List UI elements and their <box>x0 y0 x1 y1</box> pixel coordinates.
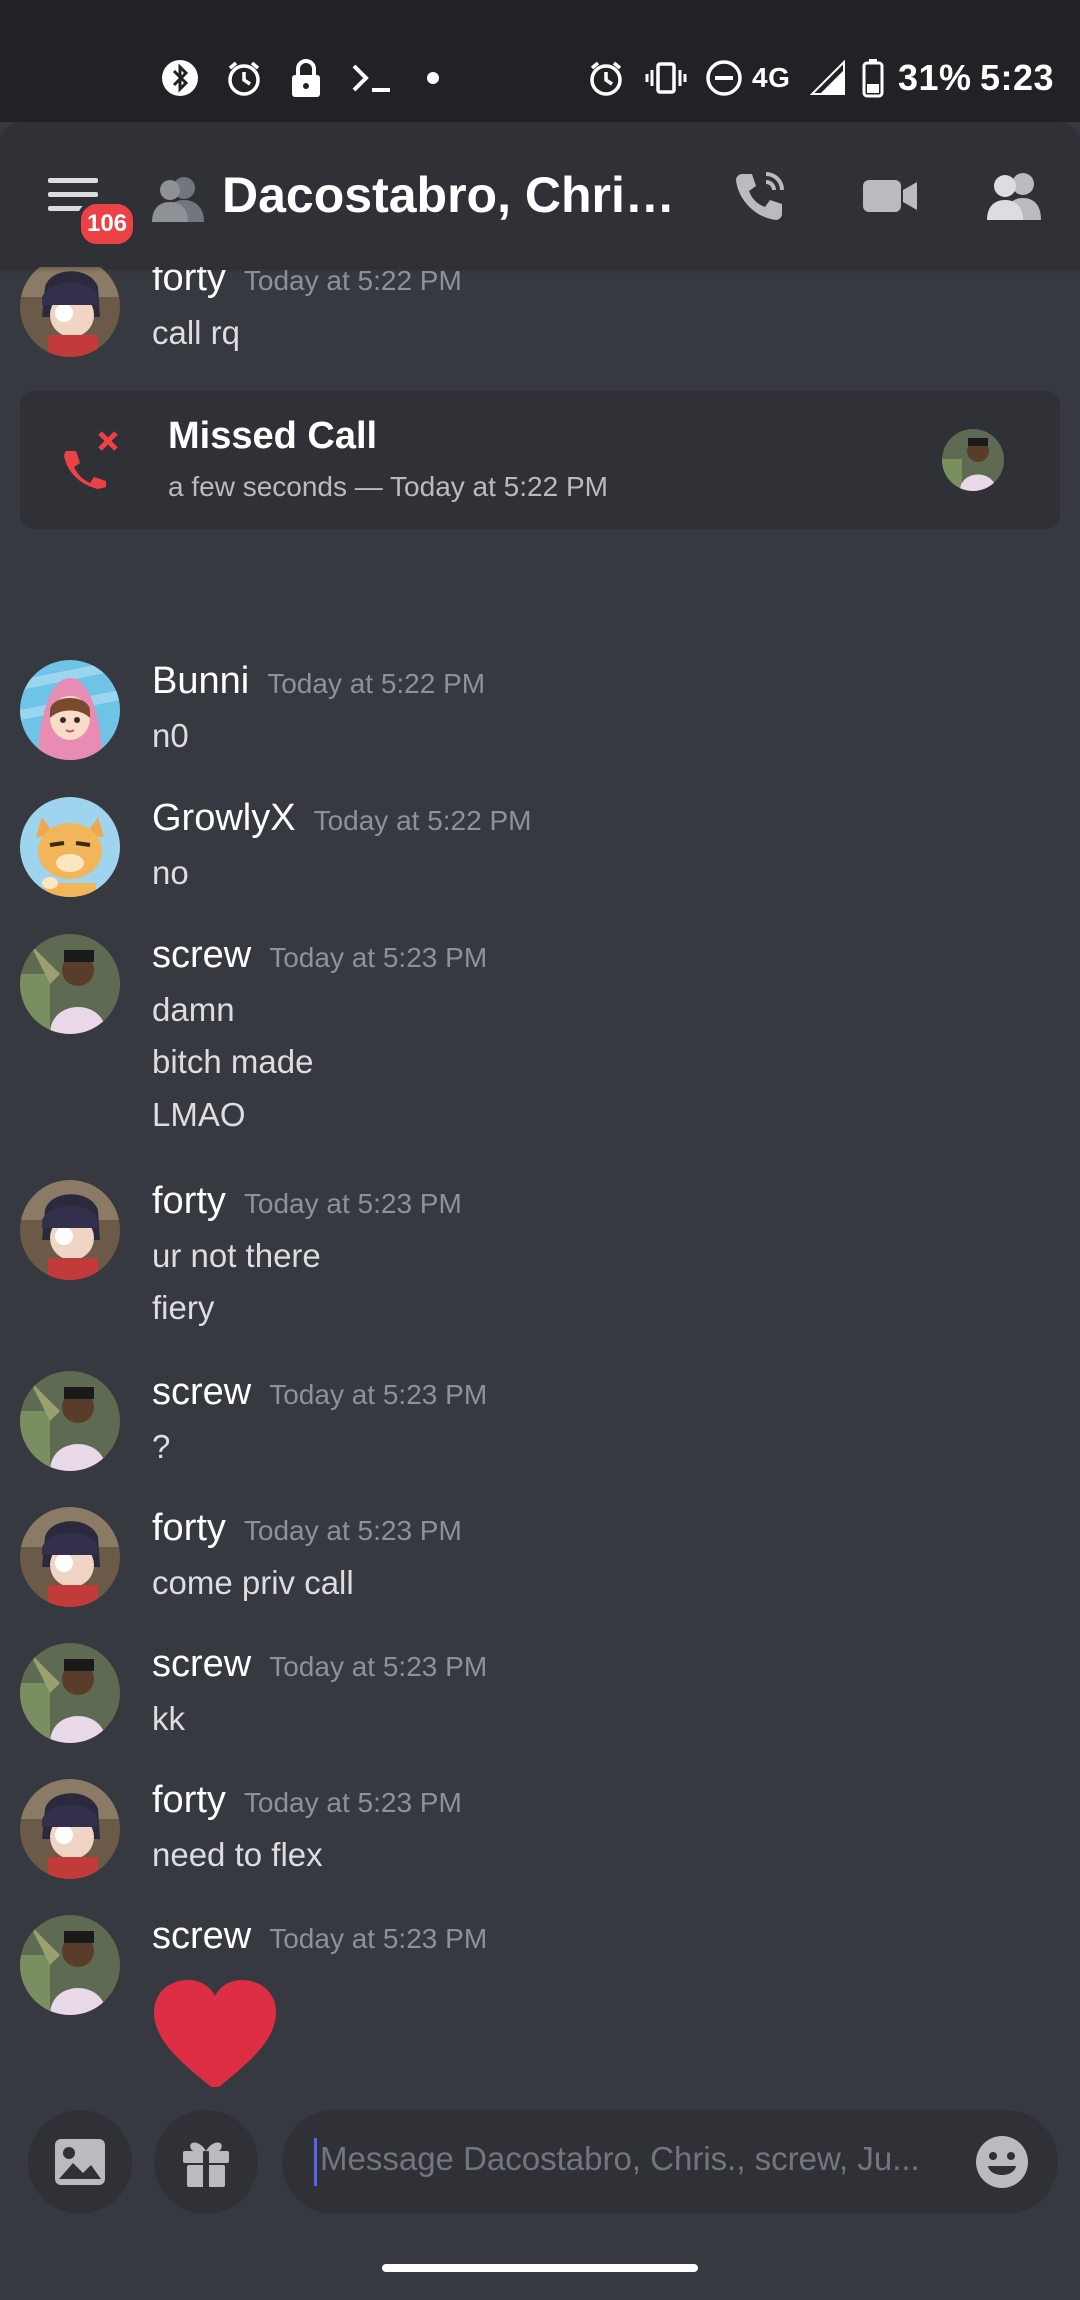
avatar-screw[interactable] <box>20 1643 120 1743</box>
author-name[interactable]: forty <box>152 267 226 300</box>
notification-dot-icon <box>426 71 440 85</box>
video-call-icon[interactable] <box>858 164 922 228</box>
author-name[interactable]: forty <box>152 1507 226 1550</box>
message-placeholder: Message Dacostabro, Chris., screw, Ju... <box>320 2140 920 2177</box>
missed-call-card[interactable]: Missed Call a few seconds — Today at 5:2… <box>20 391 1060 529</box>
channel-header: 106 Dacostabro, Chris.,... <box>0 122 1080 267</box>
message-text: ? <box>152 1428 171 1465</box>
message-text: ur not there <box>152 1237 321 1274</box>
missed-call-icon <box>60 429 124 494</box>
author-name[interactable]: screw <box>152 1643 251 1686</box>
message-text: bitch made <box>152 1043 314 1080</box>
timestamp: Today at 5:22 PM <box>313 805 532 836</box>
emoji-picker-icon[interactable] <box>974 2134 1030 2190</box>
avatar-growlyx[interactable] <box>20 797 120 897</box>
timestamp: Today at 5:22 PM <box>267 668 486 699</box>
text-caret <box>314 2138 317 2186</box>
caller-avatar <box>942 429 1004 491</box>
missed-call-subtitle: a few seconds — Today at 5:22 PM <box>168 471 608 502</box>
timestamp: Today at 5:22 PM <box>243 267 462 296</box>
clock: 5:23 <box>980 57 1055 98</box>
message-text: damn <box>152 991 235 1028</box>
message-text: n0 <box>152 717 189 754</box>
alarm-icon <box>224 58 264 98</box>
message-text: no <box>152 854 189 891</box>
avatar-screw[interactable] <box>20 1371 120 1471</box>
gift-icon <box>183 2142 229 2187</box>
channel-title[interactable]: Dacostabro, Chris.,... <box>222 166 692 224</box>
gift-button[interactable] <box>154 2110 258 2214</box>
do-not-disturb-icon <box>704 58 744 98</box>
message-text: fiery <box>152 1289 215 1326</box>
missed-call-title: Missed Call <box>168 415 378 457</box>
avatar-screw[interactable] <box>20 1915 120 2015</box>
author-name[interactable]: screw <box>152 934 251 977</box>
author-name[interactable]: forty <box>152 1779 226 1822</box>
author-name[interactable]: Bunni <box>152 660 249 703</box>
message-list[interactable]: forty Today at 5:22 PM call rq Missed Ca… <box>0 267 1080 2087</box>
network-type-icon: 4G <box>752 62 791 93</box>
message-text: LMAO <box>152 1096 246 1133</box>
message-text: call rq <box>152 314 241 351</box>
unread-badge: 106 <box>77 200 137 248</box>
avatar-forty[interactable] <box>20 1507 120 1607</box>
bluetooth-icon <box>160 58 200 98</box>
terminal-icon <box>350 58 394 98</box>
signal-icon <box>810 60 846 96</box>
author-name[interactable]: screw <box>152 1915 251 1958</box>
heart-emoji-icon[interactable] <box>150 1978 280 2087</box>
timestamp: Today at 5:23 PM <box>269 1651 488 1682</box>
home-indicator[interactable] <box>382 2264 698 2272</box>
avatar-screw[interactable] <box>20 934 120 1034</box>
message-input[interactable]: Message Dacostabro, Chris., screw, Ju... <box>282 2110 1058 2214</box>
timestamp: Today at 5:23 PM <box>269 942 488 973</box>
battery-percent: 31% <box>898 57 972 98</box>
author-name[interactable]: forty <box>152 1180 226 1223</box>
alarm-icon-right <box>586 58 626 98</box>
composer: Message Dacostabro, Chris., screw, Ju... <box>0 2100 1080 2240</box>
avatar-bunni[interactable] <box>20 660 120 760</box>
group-dm-icon <box>150 174 206 229</box>
avatar-forty[interactable] <box>20 1180 120 1280</box>
voice-call-icon[interactable] <box>728 164 792 228</box>
message-text: need to flex <box>152 1836 323 1873</box>
timestamp: Today at 5:23 PM <box>269 1379 488 1410</box>
timestamp: Today at 5:23 PM <box>243 1188 462 1219</box>
author-name[interactable]: GrowlyX <box>152 797 296 840</box>
timestamp: Today at 5:23 PM <box>243 1515 462 1546</box>
timestamp: Today at 5:23 PM <box>269 1923 488 1954</box>
status-bar: 4G 31% 5:23 <box>0 0 1080 122</box>
avatar-forty[interactable] <box>20 267 120 357</box>
lock-icon <box>290 57 322 99</box>
vibrate-icon <box>644 58 688 98</box>
battery-icon <box>862 58 884 98</box>
author-name[interactable]: screw <box>152 1371 251 1414</box>
member-list-icon[interactable] <box>982 164 1046 228</box>
avatar-forty[interactable] <box>20 1779 120 1879</box>
image-icon <box>55 2139 105 2185</box>
message-text: come priv call <box>152 1564 354 1601</box>
message-text: kk <box>152 1700 185 1737</box>
image-upload-button[interactable] <box>28 2110 132 2214</box>
timestamp: Today at 5:23 PM <box>243 1787 462 1818</box>
